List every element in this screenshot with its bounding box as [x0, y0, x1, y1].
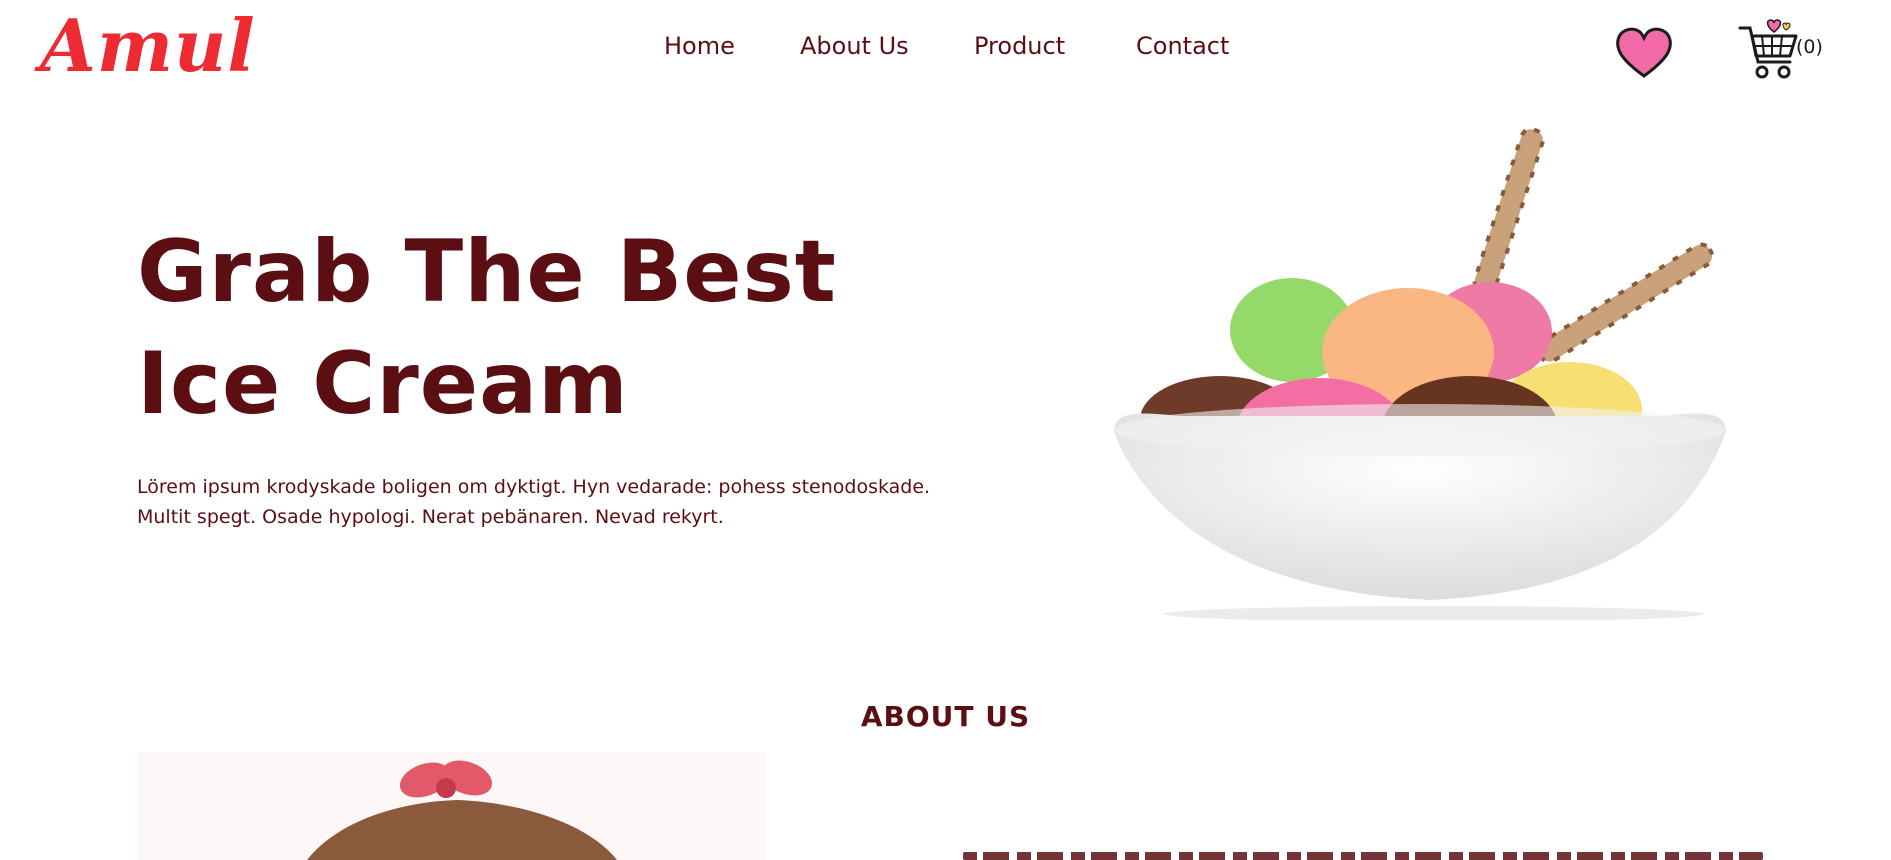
shopping-cart-icon[interactable] [1738, 18, 1800, 82]
girl-hair-illustration [307, 760, 617, 860]
nav-home[interactable]: Home [664, 32, 784, 60]
hero-description-line-1: Lörem ipsum krodyskade boligen om dyktig… [137, 476, 931, 498]
hero-title-line-2: Ice Cream [137, 334, 629, 434]
ice-cream-bowl-image [1114, 127, 1726, 620]
amul-logo[interactable]: Amul [40, 6, 256, 86]
hero-title-line-1: Grab The Best [137, 222, 837, 322]
hair-bow-icon [399, 760, 493, 798]
about-us-image [137, 752, 765, 860]
hero-title: Grab The Best Ice Cream [137, 216, 837, 440]
about-us-text-partial [963, 848, 1763, 860]
heart-icon[interactable] [1614, 24, 1674, 80]
cart-count: (0) [1796, 36, 1823, 58]
wafer-stick-right [1536, 242, 1715, 364]
hero-description: Lörem ipsum krodyskade boligen om dyktig… [137, 472, 997, 532]
hero-description-line-2: Multit spegt. Osade hypologi. Nerat pebä… [137, 506, 724, 528]
nav-contact[interactable]: Contact [1136, 32, 1276, 60]
wafer-stick-left [1472, 127, 1545, 295]
nav-product[interactable]: Product [974, 32, 1114, 60]
about-us-heading: ABOUT US [860, 700, 1031, 733]
nav-about-us[interactable]: About Us [800, 32, 940, 60]
